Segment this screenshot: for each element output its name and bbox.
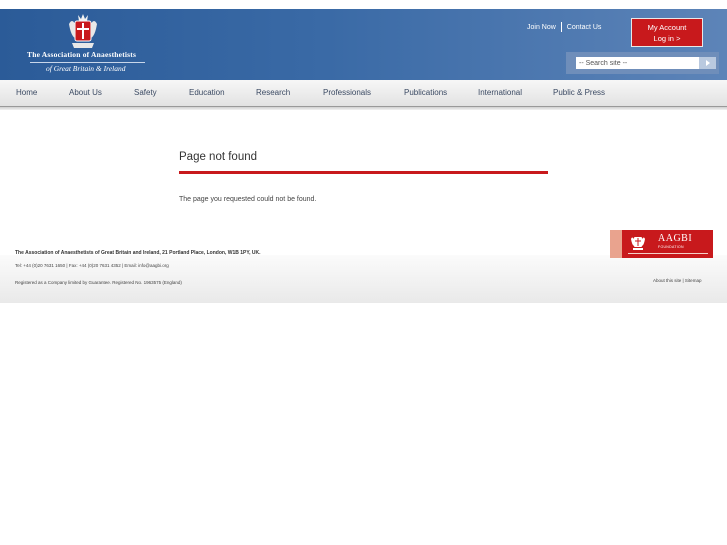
org-name-line1: The Association of Anaesthetists <box>27 50 137 59</box>
footer-contact: Tel: +44 (0)20 7631 1650 | Fax: +44 (0)2… <box>15 263 169 268</box>
foundation-strip <box>628 253 708 254</box>
search-submit-button[interactable] <box>699 57 716 69</box>
nav-divider <box>0 106 727 110</box>
nav-item-public-press[interactable]: Public & Press <box>553 88 605 97</box>
site-header: The Association of Anaesthetists of Grea… <box>0 9 727 80</box>
error-message: The page you requested could not be foun… <box>179 196 317 203</box>
aagbi-foundation-banner[interactable]: AAGBI FOUNDATION <box>610 230 713 258</box>
footer-links[interactable]: About this site | Sitemap <box>653 278 701 283</box>
footer-address: The Association of Anaesthetists of Grea… <box>15 250 261 256</box>
top-links-divider <box>560 22 562 32</box>
nav-item-international[interactable]: International <box>478 88 522 97</box>
my-account-label: My Account <box>647 23 687 32</box>
foundation-crest-icon <box>631 237 645 250</box>
footer-registration: Registered as a Company limited by Guara… <box>15 280 182 285</box>
foundation-subtitle: FOUNDATION <box>658 245 684 249</box>
org-name-divider <box>30 62 145 63</box>
join-now-link[interactable]: Join Now <box>527 24 556 31</box>
contact-us-link[interactable]: Contact Us <box>567 24 602 31</box>
nav-item-publications[interactable]: Publications <box>404 88 447 97</box>
my-account-button[interactable]: My Account Log in > <box>631 18 703 47</box>
foundation-banner-accent <box>610 230 622 258</box>
login-label: Log in > <box>653 34 681 43</box>
search-box <box>566 52 719 74</box>
nav-item-education[interactable]: Education <box>189 88 225 97</box>
top-links: Join Now Contact Us <box>527 22 601 32</box>
crest-logo-icon[interactable] <box>66 12 100 50</box>
page-title: Page not found <box>179 151 258 163</box>
nav-item-professionals[interactable]: Professionals <box>323 88 371 97</box>
foundation-title: AAGBI <box>658 233 693 244</box>
nav-item-safety[interactable]: Safety <box>134 88 157 97</box>
title-underline <box>179 171 548 174</box>
org-name-line2: of Great Britain & Ireland <box>46 64 126 73</box>
nav-item-about-us[interactable]: About Us <box>69 88 102 97</box>
nav-item-home[interactable]: Home <box>16 88 37 97</box>
nav-item-research[interactable]: Research <box>256 88 290 97</box>
search-input[interactable] <box>576 57 699 69</box>
main-nav: Home About Us Safety Education Research … <box>0 80 727 106</box>
